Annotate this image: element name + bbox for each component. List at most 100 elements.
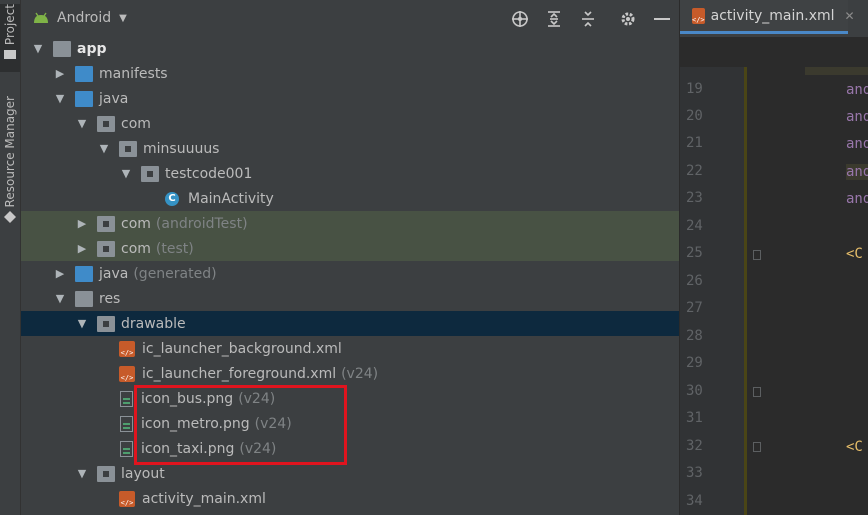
tab-activity-main[interactable]: </> activity_main.xml ✕ xyxy=(680,0,855,34)
fold-marker-icon[interactable] xyxy=(753,387,761,397)
xml-badge: </> xyxy=(120,498,134,507)
fold-marker-icon[interactable] xyxy=(753,250,761,260)
line-number: 20 xyxy=(686,108,703,124)
tree-item-label: com xyxy=(121,240,151,257)
chevron-down-icon[interactable]: ▼ xyxy=(53,292,67,305)
code-line-21[interactable]: and xyxy=(846,136,868,152)
tree-item-res[interactable]: ▼ res xyxy=(21,286,679,311)
chevron-down-icon[interactable]: ▼ xyxy=(75,467,89,480)
code-line-20[interactable]: and xyxy=(846,109,868,125)
folder-icon xyxy=(97,465,115,482)
view-selector-dropdown[interactable]: Android ▼ xyxy=(33,10,127,26)
tree-item-layout[interactable]: ▼ layout xyxy=(21,461,679,486)
gear-icon[interactable] xyxy=(617,8,639,30)
package-icon xyxy=(141,165,159,182)
project-tree: ▼ app ▶ manifests ▼ java ▼ com ▼ minsuuu… xyxy=(21,36,679,511)
tree-item-label: manifests xyxy=(99,65,168,82)
tree-item-icon-bus[interactable]: icon_bus.png (v24) xyxy=(21,386,679,411)
image-file-icon xyxy=(120,440,133,457)
tree-item-app[interactable]: ▼ app xyxy=(21,36,679,61)
current-line-marker xyxy=(805,67,868,75)
tree-item-label: app xyxy=(77,40,107,57)
view-selector-label: Android xyxy=(57,10,112,26)
chevron-down-icon[interactable]: ▼ xyxy=(53,92,67,105)
tree-item-com[interactable]: ▼ com xyxy=(21,111,679,136)
folder-icon xyxy=(97,315,115,332)
chevron-right-icon[interactable]: ▶ xyxy=(75,217,89,230)
folder-icon xyxy=(4,50,16,60)
xml-file-icon: </> xyxy=(692,7,705,24)
editor-area: </> activity_main.xml ✕ 19 20 21 22 23 2… xyxy=(680,0,868,515)
tree-item-icon-metro[interactable]: icon_metro.png (v24) xyxy=(21,411,679,436)
tree-item-suffix: (androidTest) xyxy=(155,215,248,232)
tree-item-icon-taxi[interactable]: icon_taxi.png (v24) xyxy=(21,436,679,461)
editor-breadcrumb-bar xyxy=(680,37,868,67)
project-panel-header: Android ▼ xyxy=(21,0,679,36)
chevron-down-icon[interactable]: ▼ xyxy=(75,317,89,330)
code-line-32[interactable]: <C xyxy=(846,439,863,455)
tree-item-java[interactable]: ▼ java xyxy=(21,86,679,111)
folder-icon xyxy=(75,90,93,107)
code-line-23[interactable]: and xyxy=(846,191,868,207)
tree-item-label: minsuuuus xyxy=(143,140,220,157)
chevron-down-icon[interactable]: ▼ xyxy=(119,167,133,180)
chevron-right-icon[interactable]: ▶ xyxy=(53,267,67,280)
code-line-25[interactable]: <C xyxy=(846,246,863,262)
line-number: 25 xyxy=(686,245,703,261)
chevron-down-icon[interactable]: ▼ xyxy=(31,42,45,55)
close-icon[interactable]: ✕ xyxy=(845,9,855,23)
line-number: 21 xyxy=(686,135,703,151)
tree-item-testcode001[interactable]: ▼ testcode001 xyxy=(21,161,679,186)
chevron-right-icon[interactable]: ▶ xyxy=(53,67,67,80)
line-number: 27 xyxy=(686,300,703,316)
tree-item-label: com xyxy=(121,115,151,132)
panel-toolbar xyxy=(509,8,673,30)
chevron-down-icon[interactable]: ▼ xyxy=(97,142,111,155)
tree-item-label: MainActivity xyxy=(188,190,274,207)
tree-item-suffix: (test) xyxy=(155,240,194,257)
editor-tab-bar: </> activity_main.xml ✕ xyxy=(680,0,868,38)
chevron-right-icon[interactable]: ▶ xyxy=(75,242,89,255)
resource-manager-tool-tab[interactable]: Resource Manager xyxy=(0,96,20,238)
tree-item-label: java xyxy=(99,265,129,282)
locate-file-icon[interactable] xyxy=(509,8,531,30)
tree-item-suffix: (generated) xyxy=(133,265,217,282)
code-line-22[interactable]: and xyxy=(846,164,868,180)
project-tool-tab[interactable]: Project xyxy=(0,4,20,72)
tree-item-label: java xyxy=(99,90,129,107)
line-number: 34 xyxy=(686,493,703,509)
tree-item-drawable[interactable]: ▼ drawable xyxy=(21,311,679,336)
tree-item-activity-main[interactable]: </> activity_main.xml xyxy=(21,486,679,511)
hide-panel-icon[interactable] xyxy=(651,8,673,30)
tree-item-ic-launcher-foreground[interactable]: </> ic_launcher_foreground.xml (v24) xyxy=(21,361,679,386)
tree-item-com-androidtest[interactable]: ▶ com (androidTest) xyxy=(21,211,679,236)
tree-item-suffix: (v24) xyxy=(341,365,379,382)
tree-item-manifests[interactable]: ▶ manifests xyxy=(21,61,679,86)
line-number-gutter: 19 20 21 22 23 24 25 26 27 28 29 30 31 3… xyxy=(680,67,761,515)
line-number: 26 xyxy=(686,273,703,289)
collapse-all-icon[interactable] xyxy=(577,8,599,30)
tree-item-minsuuuus[interactable]: ▼ minsuuuus xyxy=(21,136,679,161)
tree-item-label: ic_launcher_foreground.xml xyxy=(142,365,337,382)
package-icon xyxy=(119,140,137,157)
tree-item-mainactivity[interactable]: C MainActivity xyxy=(21,186,679,211)
tree-item-com-test[interactable]: ▶ com (test) xyxy=(21,236,679,261)
resource-folder-icon xyxy=(75,290,93,307)
expand-all-icon[interactable] xyxy=(543,8,565,30)
package-icon xyxy=(97,215,115,232)
code-line-19[interactable]: and xyxy=(846,82,868,98)
package-icon xyxy=(97,240,115,257)
class-icon: C xyxy=(165,191,179,206)
line-number: 19 xyxy=(686,81,703,97)
tree-item-label: testcode001 xyxy=(165,165,253,182)
chevron-down-icon[interactable]: ▼ xyxy=(75,117,89,130)
tree-item-ic-launcher-background[interactable]: </> ic_launcher_background.xml xyxy=(21,336,679,361)
tree-item-java-generated[interactable]: ▶ java (generated) xyxy=(21,261,679,286)
tree-item-label: ic_launcher_background.xml xyxy=(142,340,342,357)
indent-guide xyxy=(744,67,747,515)
fold-marker-icon[interactable] xyxy=(753,442,761,452)
resource-manager-icon xyxy=(4,211,16,224)
project-tab-label: Project xyxy=(3,4,17,46)
tree-item-label: activity_main.xml xyxy=(142,490,266,507)
chevron-down-icon: ▼ xyxy=(119,12,127,24)
